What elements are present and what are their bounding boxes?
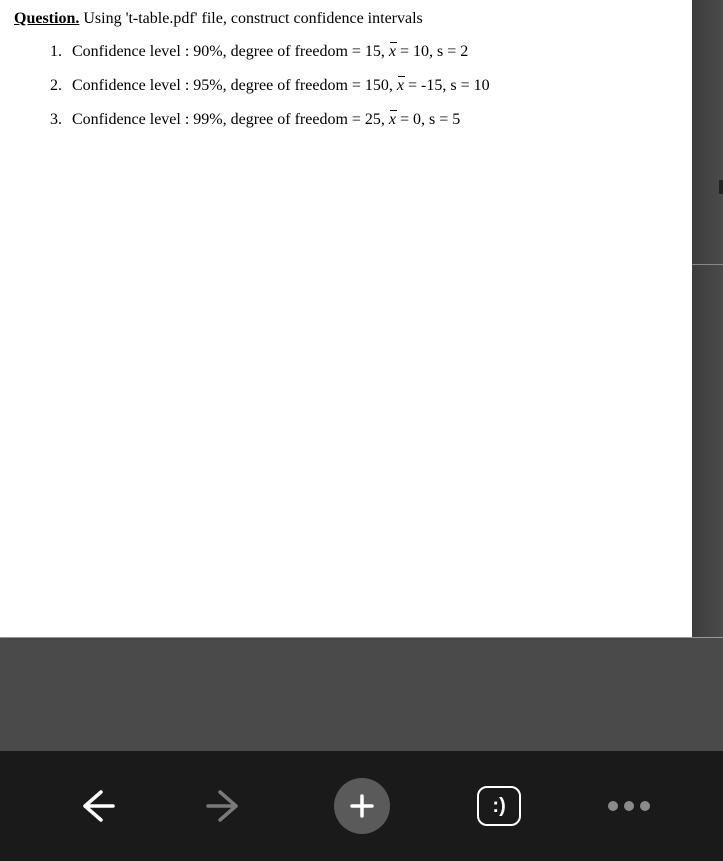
list-text: Confidence level : 95%, degree of freedo… bbox=[72, 74, 678, 98]
more-icon bbox=[608, 801, 650, 811]
question-prompt: Using 't-table.pdf' file, construct conf… bbox=[83, 10, 422, 27]
forward-button[interactable] bbox=[204, 784, 248, 828]
document-page: Question. Using 't-table.pdf' file, cons… bbox=[0, 0, 692, 637]
question-label: Question. bbox=[14, 10, 79, 27]
xbar-symbol: x bbox=[397, 74, 404, 98]
smiley-icon: :) bbox=[477, 786, 521, 826]
plus-icon bbox=[334, 778, 390, 834]
back-button[interactable] bbox=[73, 784, 117, 828]
arrow-left-icon bbox=[73, 784, 117, 828]
list-item: 3. Confidence level : 99%, degree of fre… bbox=[50, 108, 678, 132]
list-text: Confidence level : 99%, degree of freedo… bbox=[72, 108, 678, 132]
bottom-toolbar: :) bbox=[0, 751, 723, 861]
edge-line bbox=[692, 264, 723, 265]
list-item: 1. Confidence level : 90%, degree of fre… bbox=[50, 40, 678, 64]
question-header: Question. Using 't-table.pdf' file, cons… bbox=[14, 10, 678, 28]
more-button[interactable] bbox=[608, 801, 650, 811]
xbar-symbol: x bbox=[389, 108, 396, 132]
arrow-right-icon bbox=[204, 784, 248, 828]
edge-mark bbox=[719, 180, 723, 194]
add-button[interactable] bbox=[334, 778, 390, 834]
list-number: 3. bbox=[50, 108, 72, 132]
list-text: Confidence level : 90%, degree of freedo… bbox=[72, 40, 678, 64]
question-list: 1. Confidence level : 90%, degree of fre… bbox=[14, 40, 678, 132]
list-item: 2. Confidence level : 95%, degree of fre… bbox=[50, 74, 678, 98]
list-number: 1. bbox=[50, 40, 72, 64]
reaction-button[interactable]: :) bbox=[477, 786, 521, 826]
separator bbox=[0, 637, 723, 638]
xbar-symbol: x bbox=[389, 40, 396, 64]
list-number: 2. bbox=[50, 74, 72, 98]
page-edge bbox=[692, 0, 723, 637]
